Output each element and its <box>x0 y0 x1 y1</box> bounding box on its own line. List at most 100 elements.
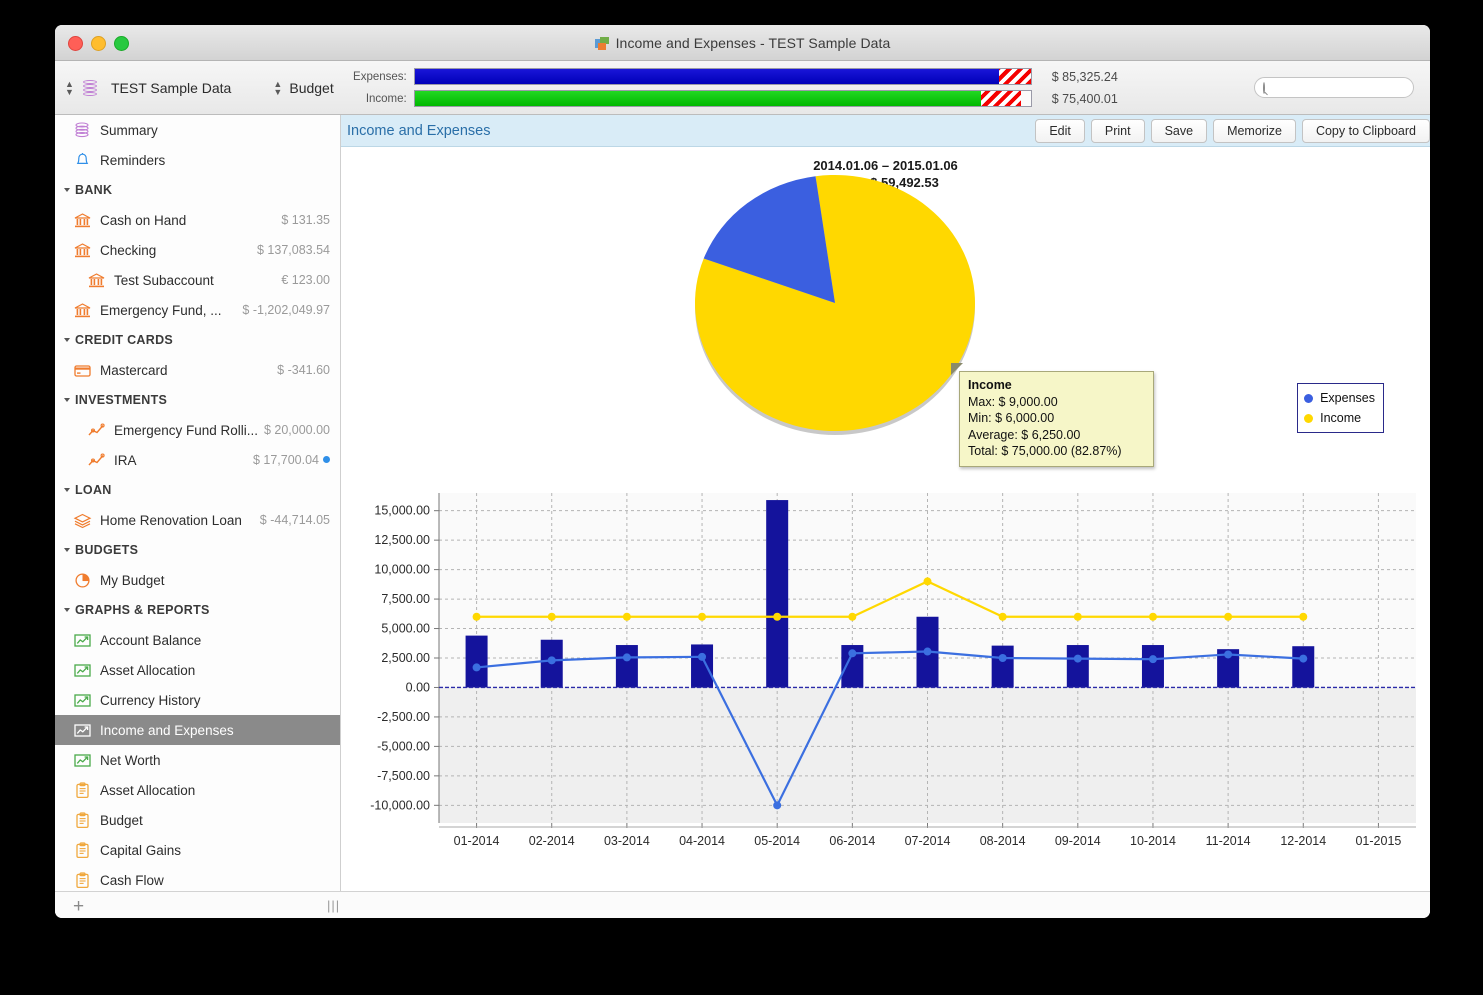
sidebar-group-label: BUDGETS <box>75 543 138 557</box>
sidebar-item-label: Mastercard <box>100 363 168 378</box>
x-axis-tick-label: 11-2014 <box>1206 834 1251 848</box>
sidebar-resize-handle[interactable]: ||| <box>327 898 340 913</box>
sidebar-item-amount: $ 17,700.04 <box>253 453 330 467</box>
bar[interactable] <box>466 636 488 688</box>
bar[interactable] <box>1142 645 1164 687</box>
expenses-point[interactable] <box>848 649 856 657</box>
stepper-icon[interactable]: ▲▼ <box>65 80 74 96</box>
sidebar-group-investments[interactable]: INVESTMENTS <box>55 385 340 415</box>
sidebar-group-graphs-reports[interactable]: GRAPHS & REPORTS <box>55 595 340 625</box>
sidebar-item-cash-flow[interactable]: Cash Flow <box>55 865 340 891</box>
sidebar-item-home-renovation-loan[interactable]: Home Renovation Loan $ -44,714.05 <box>55 505 340 535</box>
sidebar-item-test-subaccount[interactable]: Test Subaccount € 123.00 <box>55 265 340 295</box>
bar[interactable] <box>1067 645 1089 687</box>
income-point[interactable] <box>1149 613 1157 621</box>
window-body: Summary Reminders BANK Cash on Hand $ 13… <box>55 115 1430 891</box>
expenses-point[interactable] <box>924 648 932 656</box>
sidebar-item-my-budget[interactable]: My Budget <box>55 565 340 595</box>
copy-to-clipboard-button[interactable]: Copy to Clipboard <box>1302 119 1430 143</box>
sidebar-item-currency-history[interactable]: Currency History <box>55 685 340 715</box>
x-axis-tick-label: 09-2014 <box>1055 834 1101 848</box>
sidebar-group-loan[interactable]: LOAN <box>55 475 340 505</box>
search-input[interactable] <box>1270 80 1429 96</box>
sidebar-item-capital-gains[interactable]: Capital Gains <box>55 835 340 865</box>
income-bar-label: Income: <box>341 93 414 105</box>
sidebar-item-summary[interactable]: Summary <box>55 115 340 145</box>
sidebar-item-account-balance[interactable]: Account Balance <box>55 625 340 655</box>
edit-button[interactable]: Edit <box>1035 119 1085 143</box>
income-point[interactable] <box>773 613 781 621</box>
expenses-point[interactable] <box>623 653 631 661</box>
action-buttons: Edit Print Save Memorize Copy to Clipboa… <box>1035 119 1430 143</box>
y-axis-tick-label: -2,500.00 <box>377 710 430 724</box>
x-axis-tick-label: 02-2014 <box>529 834 575 848</box>
income-point[interactable] <box>1224 613 1232 621</box>
bar[interactable] <box>616 645 638 687</box>
income-point[interactable] <box>698 613 706 621</box>
sidebar-group-credit-cards[interactable]: CREDIT CARDS <box>55 325 340 355</box>
y-axis-tick-label: 5,000.00 <box>381 622 430 636</box>
legend-item-expenses[interactable]: Expenses <box>1304 388 1375 408</box>
expenses-point[interactable] <box>1224 650 1232 658</box>
sidebar-item-budget[interactable]: Budget <box>55 805 340 835</box>
sidebar-item-ira[interactable]: IRA $ 17,700.04 <box>55 445 340 475</box>
stepper-icon[interactable]: ▲▼ <box>273 80 282 96</box>
income-point[interactable] <box>848 613 856 621</box>
memorize-button[interactable]: Memorize <box>1213 119 1296 143</box>
add-account-button[interactable]: + <box>73 896 84 918</box>
expenses-point[interactable] <box>1299 655 1307 663</box>
sidebar-item-income-and-expenses[interactable]: Income and Expenses <box>55 715 340 745</box>
chevron-down-icon <box>64 488 70 492</box>
sidebar-item-reminders[interactable]: Reminders <box>55 145 340 175</box>
expenses-point[interactable] <box>473 663 481 671</box>
search-box[interactable] <box>1254 77 1414 98</box>
budget-selector[interactable]: ▲▼ Budget <box>273 80 333 96</box>
income-point[interactable] <box>473 613 481 621</box>
sidebar-item-emergency-fund[interactable]: Emergency Fund, ... $ -1,202,049.97 <box>55 295 340 325</box>
income-point[interactable] <box>1299 613 1307 621</box>
expenses-point[interactable] <box>1074 655 1082 663</box>
expenses-point[interactable] <box>999 654 1007 662</box>
y-axis-tick-label: 0.00 <box>406 680 430 694</box>
window-controls[interactable] <box>68 36 129 51</box>
expenses-bar-fill <box>415 69 1008 84</box>
income-point[interactable] <box>623 613 631 621</box>
tooltip-min: Min: $ 6,000.00 <box>968 411 1054 425</box>
bar[interactable] <box>766 500 788 687</box>
income-bar-row: Income: $ 75,400.01 <box>341 89 1152 108</box>
x-axis-tick-label: 06-2014 <box>829 834 875 848</box>
loan-icon <box>73 512 92 529</box>
minimize-button[interactable] <box>91 36 106 51</box>
bar[interactable] <box>691 644 713 687</box>
maximize-button[interactable] <box>114 36 129 51</box>
print-button[interactable]: Print <box>1091 119 1145 143</box>
sidebar-item-asset-allocation[interactable]: Asset Allocation <box>55 775 340 805</box>
legend-item-income[interactable]: Income <box>1304 408 1375 428</box>
expenses-point[interactable] <box>548 656 556 664</box>
income-point[interactable] <box>999 613 1007 621</box>
expenses-point[interactable] <box>1149 655 1157 663</box>
income-point[interactable] <box>548 613 556 621</box>
sidebar-item-checking[interactable]: Checking $ 137,083.54 <box>55 235 340 265</box>
expenses-point[interactable] <box>773 801 781 809</box>
income-bar-track <box>414 90 1032 107</box>
income-point[interactable] <box>1074 613 1082 621</box>
bar[interactable] <box>1292 646 1314 687</box>
save-button[interactable]: Save <box>1151 119 1208 143</box>
file-selector[interactable]: ▲▼ TEST Sample Data <box>65 78 231 98</box>
sidebar-group-bank[interactable]: BANK <box>55 175 340 205</box>
sidebar-item-mastercard[interactable]: Mastercard $ -341.60 <box>55 355 340 385</box>
sidebar-item-emergency-fund-rolli[interactable]: Emergency Fund Rolli... $ 20,000.00 <box>55 415 340 445</box>
income-point[interactable] <box>924 577 932 585</box>
file-selector-label: TEST Sample Data <box>111 80 231 96</box>
expenses-point[interactable] <box>698 653 706 661</box>
sidebar-item-cash-on-hand[interactable]: Cash on Hand $ 131.35 <box>55 205 340 235</box>
sidebar-item-label: Asset Allocation <box>100 663 195 678</box>
close-button[interactable] <box>68 36 83 51</box>
bank-icon <box>87 272 106 289</box>
sidebar-group-budgets[interactable]: BUDGETS <box>55 535 340 565</box>
income-bar-amount: $ 75,400.01 <box>1052 92 1152 106</box>
bar[interactable] <box>992 646 1014 688</box>
sidebar-item-net-worth[interactable]: Net Worth <box>55 745 340 775</box>
sidebar-item-asset-allocation[interactable]: Asset Allocation <box>55 655 340 685</box>
